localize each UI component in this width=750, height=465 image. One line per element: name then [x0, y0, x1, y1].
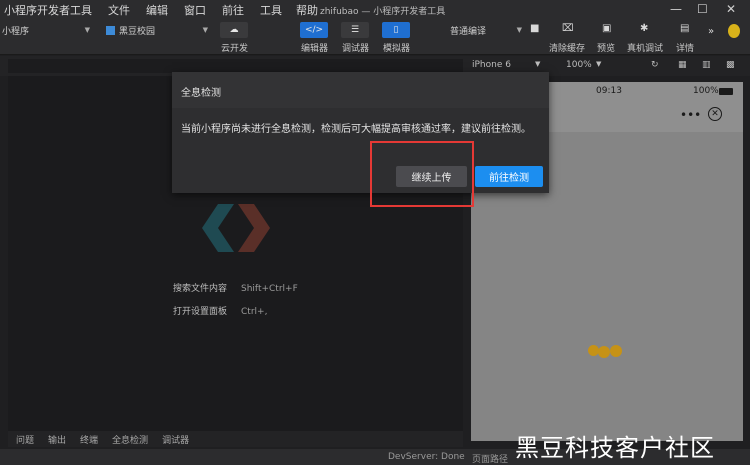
search-files-hint: 搜索文件内容 Shift+Ctrl+F	[173, 281, 298, 294]
editor-tab-strip	[8, 59, 463, 73]
simulator-toggle-button[interactable]: ▯	[382, 22, 410, 38]
menu-help[interactable]: 帮助	[296, 2, 318, 18]
phone-icon: ▯	[393, 25, 399, 35]
project-select[interactable]: 黑豆校园 ▼	[106, 22, 208, 38]
close-window-icon[interactable]: ✕	[726, 2, 736, 16]
toolbar: 小程序 ▼ 黑豆校园 ▼ ☁ 云开发 </> 编辑器 ☰ 调试器 ▯ 模拟器 普…	[0, 20, 750, 55]
more-dots-icon[interactable]: •••	[680, 108, 701, 122]
preview-label[interactable]: 预览	[597, 41, 615, 54]
chevron-down-icon: ▼	[202, 26, 208, 34]
chevron-down-icon: ▼	[84, 26, 90, 34]
search-files-label: 搜索文件内容	[173, 284, 228, 294]
highlight-box	[370, 141, 474, 207]
device-debug-label[interactable]: 真机调试	[627, 41, 663, 54]
window-title: zhifubao — 小程序开发者工具	[320, 7, 446, 17]
battery-icon	[719, 88, 733, 95]
tab-output[interactable]: 输出	[48, 433, 66, 446]
tab-debugger[interactable]: 调试器	[162, 433, 189, 446]
more-icon[interactable]: »	[708, 26, 714, 37]
tab-terminal[interactable]: 终端	[80, 433, 98, 446]
cloud-label: 云开发	[221, 44, 249, 54]
stop-icon[interactable]: ■	[530, 23, 539, 34]
menu-goto[interactable]: 前往	[222, 2, 244, 18]
device-select[interactable]: iPhone 6	[472, 60, 511, 70]
mode-select[interactable]: 小程序 ▼	[2, 22, 90, 38]
page-path-label[interactable]: 页面路径	[472, 452, 508, 465]
sim-time: 09:13	[596, 86, 622, 96]
preview-icon[interactable]: ▣	[602, 23, 611, 34]
maximize-icon[interactable]: ☐	[697, 2, 708, 16]
project-select-value: 黑豆校园	[119, 26, 156, 37]
device-debug-icon[interactable]: ✱	[640, 23, 648, 34]
menu-bar: 小程序开发者工具 文件 编辑 窗口 前往 工具 帮助 zhifubao — 小程…	[0, 0, 750, 20]
watermark-text: 黑豆科技客户社区	[515, 434, 715, 462]
qrcode-icon[interactable]: ▩	[726, 60, 735, 70]
details-icon[interactable]: ▤	[680, 23, 689, 34]
clear-cache-icon[interactable]: ⌧	[562, 23, 574, 34]
dialog-header: 全息检测	[172, 72, 549, 108]
logo-icon	[202, 204, 270, 252]
debugger-label: 调试器	[342, 44, 370, 54]
chevron-down-icon: ▼	[596, 60, 602, 68]
holo-check-dialog: 全息检测 当前小程序尚未进行全息检测，检测后可大幅提高审核通过率，建议前往检测。…	[172, 72, 549, 193]
project-icon	[106, 25, 115, 35]
avatar[interactable]	[728, 24, 740, 38]
dialog-message: 当前小程序尚未进行全息检测，检测后可大幅提高审核通过率，建议前往检测。	[181, 124, 531, 135]
details-label[interactable]: 详情	[676, 41, 694, 54]
simulator-label: 模拟器	[383, 44, 411, 54]
loading-dot	[598, 346, 610, 358]
debugger-toggle-button[interactable]: ☰	[341, 22, 369, 38]
menu-tools[interactable]: 工具	[260, 2, 282, 18]
compile-select[interactable]: 普通编译 ▼	[450, 22, 522, 38]
sim-battery: 100%	[693, 86, 719, 96]
loading-dot	[610, 345, 622, 357]
go-check-button[interactable]: 前往检测	[475, 166, 543, 187]
tab-problems[interactable]: 问题	[16, 433, 34, 446]
chevron-down-icon: ▼	[516, 26, 522, 34]
cloud-icon: ☁	[229, 25, 239, 35]
open-settings-shortcut: Ctrl+,	[241, 307, 268, 317]
menu-file[interactable]: 文件	[108, 2, 130, 18]
zoom-select[interactable]: 100%	[566, 60, 592, 70]
code-icon: </>	[304, 25, 324, 35]
grid-icon[interactable]: ▦	[678, 60, 687, 70]
open-settings-label: 打开设置面板	[173, 307, 228, 317]
search-files-shortcut: Shift+Ctrl+F	[241, 284, 298, 294]
tab-holo-check[interactable]: 全息检测	[112, 433, 148, 446]
dialog-title: 全息检测	[181, 88, 221, 99]
sliders-icon: ☰	[350, 25, 360, 35]
chevron-down-icon: ▼	[535, 60, 541, 68]
bottom-panel-tabs: 问题 输出 终端 全息检测 调试器	[8, 431, 463, 447]
mode-select-value: 小程序	[2, 26, 30, 37]
menu-app[interactable]: 小程序开发者工具	[4, 2, 92, 18]
cloud-button[interactable]: ☁	[220, 22, 248, 38]
ide-window: 小程序开发者工具 文件 编辑 窗口 前往 工具 帮助 zhifubao — 小程…	[0, 0, 750, 465]
minimize-icon[interactable]: —	[670, 2, 682, 16]
clear-cache-label[interactable]: 清除缓存	[549, 41, 585, 54]
close-icon[interactable]: ✕	[708, 107, 722, 121]
editor-label: 编辑器	[301, 44, 329, 54]
devserver-status: DevServer: Done	[388, 452, 465, 462]
open-settings-hint: 打开设置面板 Ctrl+,	[173, 304, 267, 317]
menu-window[interactable]: 窗口	[184, 2, 206, 18]
refresh-icon[interactable]: ↻	[651, 60, 659, 70]
compile-select-value: 普通编译	[450, 26, 487, 37]
layout-icon[interactable]: ▥	[702, 60, 711, 70]
menu-edit[interactable]: 编辑	[146, 2, 168, 18]
editor-toggle-button[interactable]: </>	[300, 22, 328, 38]
